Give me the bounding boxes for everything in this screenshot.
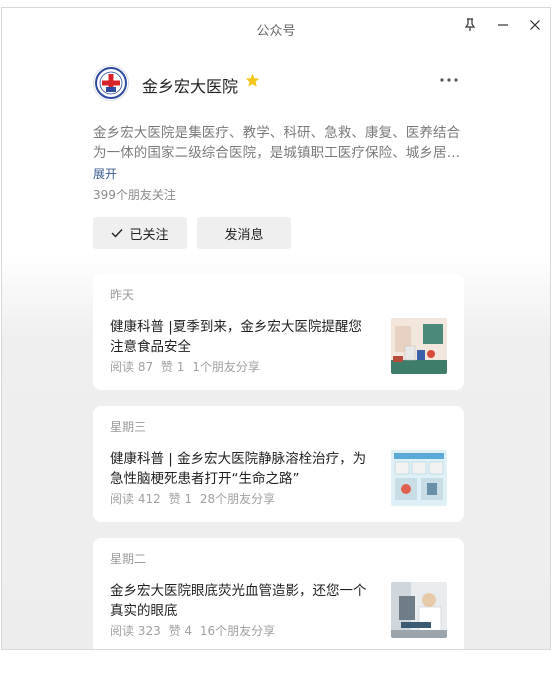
more-options-button[interactable]	[435, 67, 463, 93]
star-icon[interactable]	[245, 73, 260, 92]
read-count: 阅读 87	[110, 360, 154, 374]
article-thumbnail[interactable]	[391, 450, 447, 506]
article-card[interactable]: 星期二 金乡宏大医院眼底荧光血管造影，还您一个真实的眼底 阅读 323 赞 4 …	[93, 538, 464, 649]
like-count: 赞 4	[168, 624, 193, 638]
read-count: 阅读 412	[110, 492, 161, 506]
article-card[interactable]: 昨天 健康科普 |夏季到来，金乡宏大医院提醒您注意食品安全 阅读 87 赞 1 …	[93, 274, 464, 390]
send-message-label: 发消息	[224, 227, 264, 243]
expand-link[interactable]: 展开	[93, 165, 117, 182]
minimize-button[interactable]	[490, 12, 516, 38]
pin-icon	[464, 18, 476, 31]
article-thumbnail[interactable]	[391, 318, 447, 374]
account-name: 金乡宏大医院	[142, 77, 239, 96]
hospital-logo-icon	[95, 67, 127, 99]
followed-button[interactable]: 已关注	[93, 217, 187, 249]
hospital-logo-avatar[interactable]	[93, 65, 129, 101]
account-header: 金乡宏大医院	[93, 65, 463, 109]
like-count: 赞 1	[168, 492, 193, 506]
article-title[interactable]: 健康科普 | 金乡宏大医院静脉溶栓治疗，为急性脑梗死患者打开“生命之路”	[110, 449, 375, 489]
article-date: 星期二	[110, 552, 147, 566]
pin-button[interactable]	[457, 12, 483, 38]
send-message-button[interactable]: 发消息	[197, 217, 291, 249]
article-stats: 阅读 412 赞 1 28个朋友分享	[110, 490, 279, 507]
close-icon	[530, 20, 540, 30]
title-bar: 公众号	[2, 8, 550, 48]
article-title[interactable]: 金乡宏大医院眼底荧光血管造影，还您一个真实的眼底	[110, 581, 375, 621]
followed-label: 已关注	[129, 227, 169, 243]
official-account-window: 公众号 金乡宏大医院 金乡宏大医院是集医疗、教学、科研、急救、康复、医养结合为一…	[1, 7, 551, 650]
article-title[interactable]: 健康科普 |夏季到来，金乡宏大医院提醒您注意食品安全	[110, 317, 375, 357]
article-stats: 阅读 323 赞 4 16个朋友分享	[110, 622, 279, 639]
more-icon	[440, 78, 458, 82]
like-count: 赞 1	[160, 360, 185, 374]
article-stats: 阅读 87 赞 1 1个朋友分享	[110, 358, 264, 375]
close-button[interactable]	[522, 12, 548, 38]
checkmark-icon	[111, 229, 123, 238]
share-count: 1个朋友分享	[192, 360, 260, 374]
article-date: 昨天	[110, 288, 135, 302]
account-description: 金乡宏大医院是集医疗、教学、科研、急救、康复、医养结合为一体的国家二级综合医院，…	[93, 125, 461, 161]
article-thumbnail[interactable]	[391, 582, 447, 638]
share-count: 16个朋友分享	[199, 624, 276, 638]
minimize-icon	[498, 24, 508, 26]
article-card[interactable]: 星期三 健康科普 | 金乡宏大医院静脉溶栓治疗，为急性脑梗死患者打开“生命之路”…	[93, 406, 464, 522]
read-count: 阅读 323	[110, 624, 161, 638]
share-count: 28个朋友分享	[199, 492, 276, 506]
friends-following-count: 399个朋友关注	[93, 188, 176, 202]
article-date: 星期三	[110, 420, 147, 434]
